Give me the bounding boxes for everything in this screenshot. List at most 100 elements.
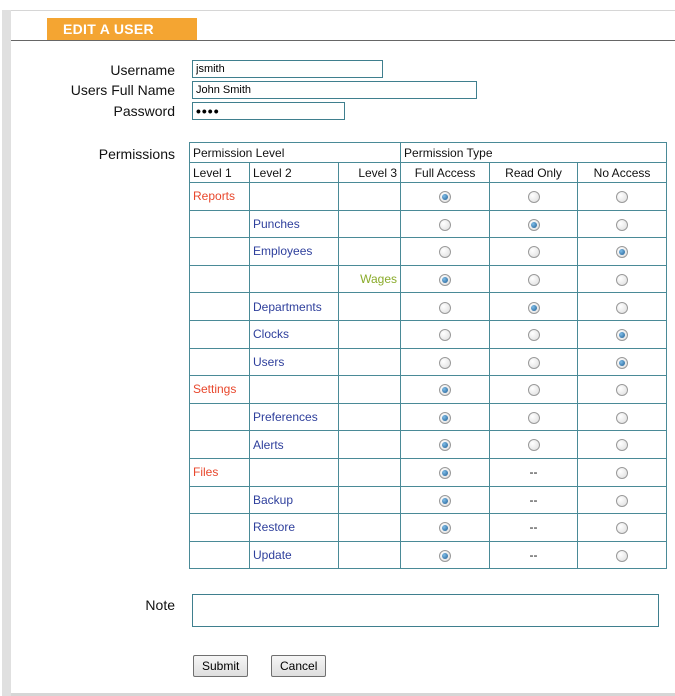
permission-level-cell [337, 540, 402, 570]
full-access-radio[interactable] [439, 494, 452, 507]
full-access-cell [400, 237, 491, 266]
no-access-radio[interactable] [616, 549, 629, 562]
no-access-radio[interactable] [616, 273, 629, 286]
no-access-radio[interactable] [616, 301, 629, 314]
full-access-radio[interactable] [439, 356, 452, 369]
page-title: EDIT A USER [47, 18, 197, 40]
read-only-radio[interactable] [527, 218, 540, 231]
permission-item-label: Punches [249, 209, 339, 239]
note-field[interactable] [192, 594, 659, 627]
no-access-cell [577, 209, 668, 239]
no-access-radio[interactable] [616, 218, 629, 231]
read-only-radio[interactable] [527, 273, 540, 286]
permission-level-cell [189, 513, 250, 542]
no-access-radio[interactable] [616, 522, 629, 535]
read-only-unavailable: -- [489, 540, 579, 570]
permission-row: Employees [189, 237, 668, 266]
no-access-cell [577, 485, 668, 515]
full-access-radio[interactable] [439, 522, 452, 535]
header-divider [11, 40, 675, 41]
no-access-cell [577, 513, 668, 542]
read-only-radio[interactable] [527, 191, 540, 204]
permission-level-cell [189, 402, 250, 432]
read-only-cell [489, 402, 579, 432]
full-access-radio[interactable] [439, 329, 452, 342]
permission-level-cell [337, 319, 402, 349]
password-field[interactable] [192, 102, 345, 120]
read-only-cell [489, 237, 579, 266]
no-access-header: No Access [577, 162, 668, 183]
no-access-radio[interactable] [616, 494, 629, 507]
permission-item-label: Update [249, 540, 339, 570]
permission-level-cell [249, 457, 339, 487]
no-access-cell [577, 402, 668, 432]
read-only-radio[interactable] [527, 411, 540, 424]
submit-button[interactable]: Submit [193, 655, 249, 677]
read-only-radio[interactable] [527, 246, 540, 259]
permission-level-cell [337, 347, 402, 377]
permission-item-label: Employees [249, 237, 339, 266]
read-only-cell [489, 292, 579, 321]
no-access-radio[interactable] [616, 191, 629, 204]
read-only-radio[interactable] [527, 384, 540, 397]
full-access-cell [400, 402, 491, 432]
permissions-table: Permission Level Permission Type Level 1… [188, 142, 668, 570]
permission-level-cell [189, 540, 250, 570]
cancel-button[interactable]: Cancel [271, 655, 327, 677]
no-access-radio[interactable] [616, 467, 629, 480]
full-access-radio[interactable] [439, 191, 452, 204]
no-access-radio[interactable] [616, 439, 629, 452]
permission-level-cell [249, 375, 339, 404]
permission-item-label: Backup [249, 485, 339, 515]
permission-item-label: Preferences [249, 402, 339, 432]
full-access-cell [400, 264, 491, 294]
full-access-cell [400, 182, 491, 211]
read-only-cell [489, 264, 579, 294]
full-access-radio[interactable] [439, 246, 452, 259]
note-label: Note [145, 597, 175, 613]
no-access-cell [577, 182, 668, 211]
username-field[interactable] [192, 60, 383, 78]
no-access-radio[interactable] [616, 329, 629, 342]
unavailable-dash: -- [529, 548, 538, 563]
permission-level-cell [189, 264, 250, 294]
no-access-radio[interactable] [616, 356, 629, 369]
permission-level-cell [337, 182, 402, 211]
full-access-cell [400, 513, 491, 542]
full-access-radio[interactable] [439, 411, 452, 424]
full-access-radio[interactable] [439, 384, 452, 397]
permission-level-cell [189, 237, 250, 266]
full-access-cell [400, 430, 491, 459]
full-access-cell [400, 375, 491, 404]
fullname-field[interactable] [192, 81, 477, 99]
permission-level-cell [189, 292, 250, 321]
full-access-radio[interactable] [439, 439, 452, 452]
full-access-cell [400, 540, 491, 570]
permission-row: Preferences [189, 402, 668, 432]
read-only-radio[interactable] [527, 439, 540, 452]
permission-item-label: Alerts [249, 430, 339, 459]
full-access-radio[interactable] [439, 467, 452, 480]
permission-row: Wages [189, 264, 668, 294]
permission-row: Files -- [189, 457, 668, 487]
no-access-radio[interactable] [616, 411, 629, 424]
full-access-radio[interactable] [439, 301, 452, 314]
level2-header: Level 2 [249, 162, 339, 183]
full-access-radio[interactable] [439, 218, 452, 231]
read-only-cell [489, 375, 579, 404]
no-access-radio[interactable] [616, 246, 629, 259]
no-access-radio[interactable] [616, 384, 629, 397]
permission-row: Backup -- [189, 485, 668, 515]
full-access-cell [400, 457, 491, 487]
permission-level-cell [337, 457, 402, 487]
no-access-cell [577, 375, 668, 404]
read-only-radio[interactable] [527, 301, 540, 314]
full-access-radio[interactable] [439, 273, 452, 286]
read-only-radio[interactable] [527, 329, 540, 342]
full-access-cell [400, 319, 491, 349]
read-only-radio[interactable] [527, 356, 540, 369]
full-access-radio[interactable] [439, 549, 452, 562]
level3-header: Level 3 [337, 162, 402, 183]
full-access-cell [400, 347, 491, 377]
permission-row: Users [189, 347, 668, 377]
